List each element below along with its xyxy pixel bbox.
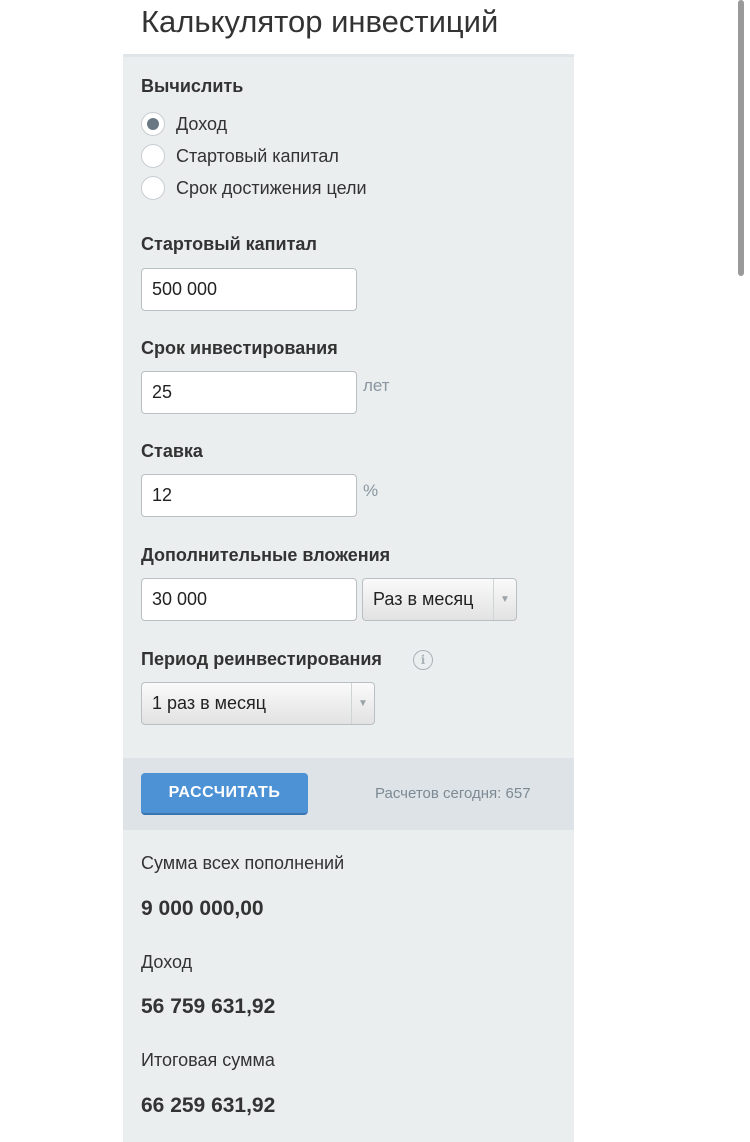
radio-label-income: Доход bbox=[176, 113, 228, 134]
radio-button-goal-term[interactable] bbox=[141, 176, 165, 200]
total-sum-value: 66 259 631,92 bbox=[141, 1094, 276, 1117]
rate-input[interactable] bbox=[141, 474, 357, 517]
radio-option-income[interactable]: Доход bbox=[141, 110, 227, 138]
reinvest-period-select[interactable]: 1 раз в месяц ▼ bbox=[141, 682, 375, 725]
rate-label: Ставка bbox=[141, 441, 203, 461]
income-value: 56 759 631,92 bbox=[141, 995, 276, 1018]
reinvest-label: Период реинвестирования bbox=[141, 649, 382, 669]
radio-option-goal-term[interactable]: Срок достижения цели bbox=[141, 174, 367, 202]
info-icon[interactable]: i bbox=[413, 650, 433, 670]
radio-label-start-capital: Стартовый капитал bbox=[176, 145, 339, 166]
radio-option-start-capital[interactable]: Стартовый капитал bbox=[141, 142, 339, 170]
additional-frequency-value: Раз в месяц bbox=[373, 589, 474, 609]
additional-label: Дополнительные вложения bbox=[141, 545, 391, 565]
term-input[interactable] bbox=[141, 371, 357, 414]
radio-button-start-capital[interactable] bbox=[141, 144, 165, 168]
deposits-sum-label: Сумма всех пополнений bbox=[141, 853, 345, 873]
calculations-today-count: Расчетов сегодня: 657 bbox=[375, 785, 531, 802]
radio-label-goal-term: Срок достижения цели bbox=[176, 177, 367, 198]
deposits-sum-value: 9 000 000,00 bbox=[141, 897, 264, 920]
start-capital-label: Стартовый капитал bbox=[141, 234, 317, 254]
radio-selected-dot bbox=[147, 118, 159, 130]
chevron-down-icon: ▼ bbox=[351, 683, 374, 724]
additional-frequency-select[interactable]: Раз в месяц ▼ bbox=[362, 578, 517, 621]
chevron-down-icon: ▼ bbox=[493, 579, 516, 620]
term-label: Срок инвестирования bbox=[141, 338, 338, 358]
calculate-button[interactable]: РАССЧИТАТЬ bbox=[141, 773, 308, 815]
scrollbar-thumb[interactable] bbox=[738, 0, 744, 276]
radio-button-income[interactable] bbox=[141, 112, 165, 136]
calculate-label: Вычислить bbox=[141, 76, 244, 96]
page-title: Калькулятор инвестиций bbox=[141, 4, 499, 39]
rate-unit: % bbox=[363, 481, 379, 500]
term-unit: лет bbox=[363, 376, 390, 395]
start-capital-input[interactable] bbox=[141, 268, 357, 311]
additional-input[interactable] bbox=[141, 578, 357, 621]
total-sum-label: Итоговая сумма bbox=[141, 1050, 275, 1070]
reinvest-period-value: 1 раз в месяц bbox=[152, 693, 267, 713]
income-label: Доход bbox=[141, 952, 193, 972]
